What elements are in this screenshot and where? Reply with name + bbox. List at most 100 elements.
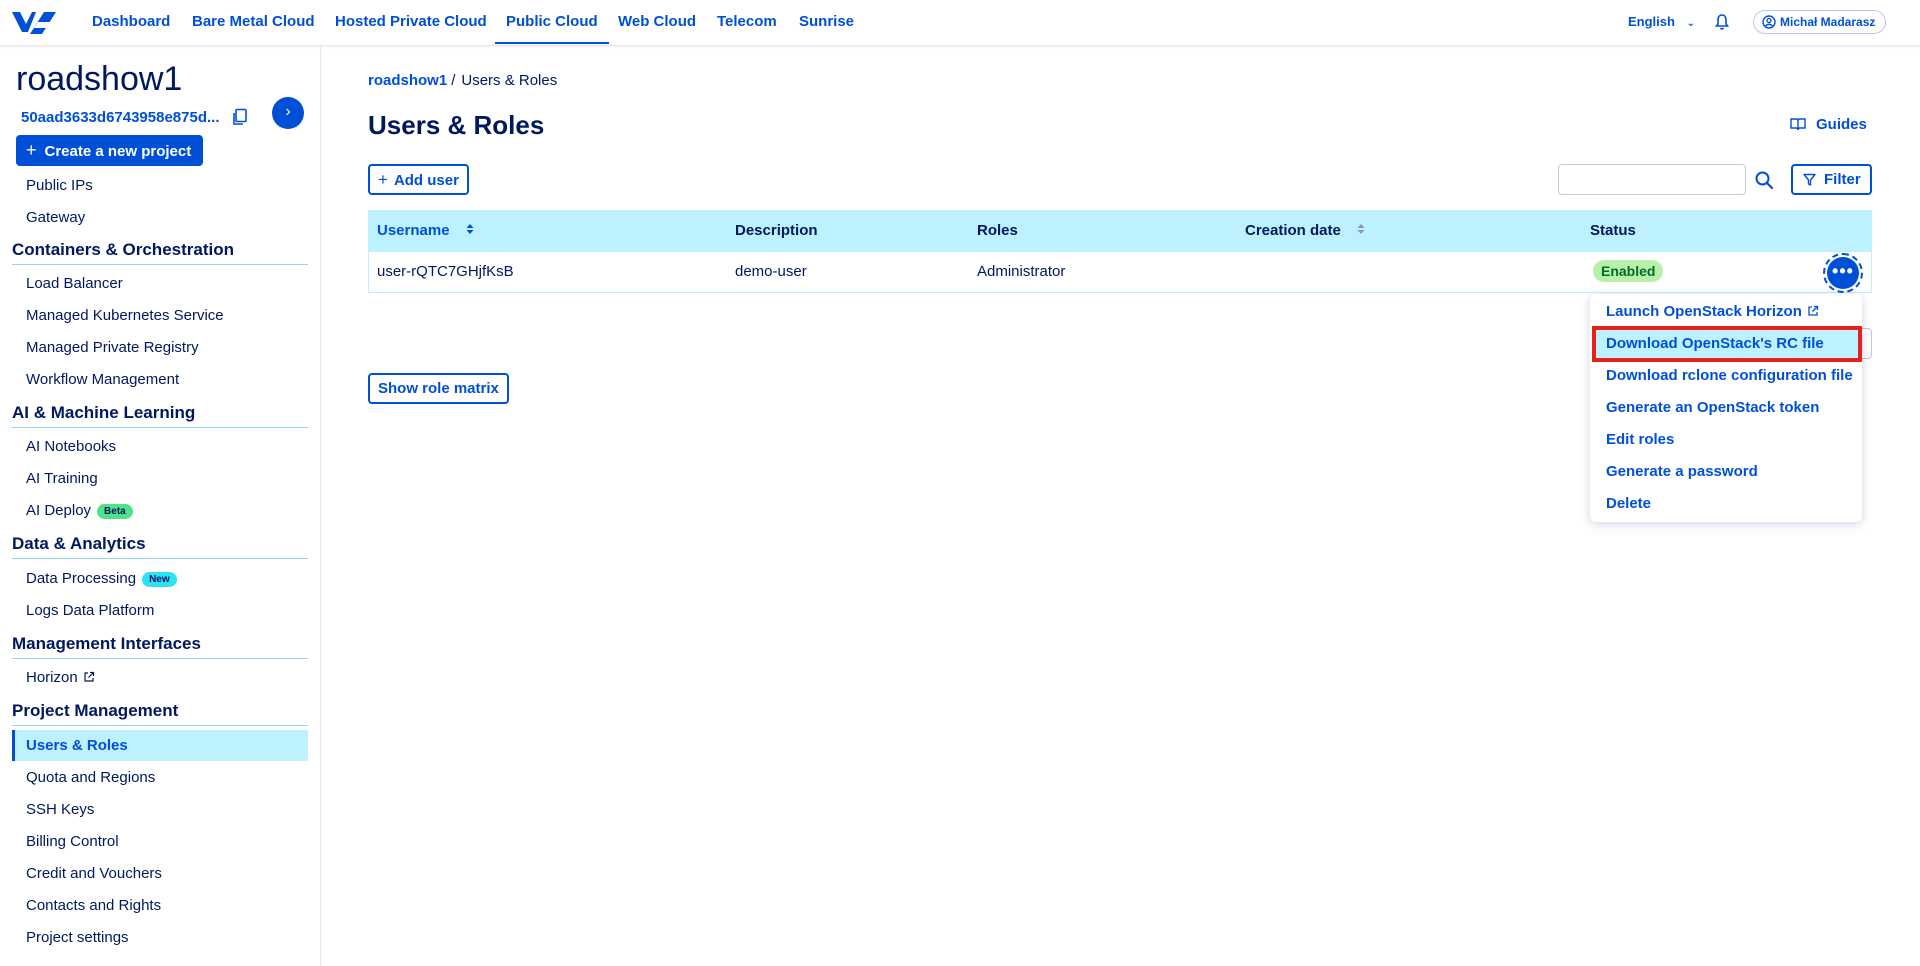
beta-badge: Beta: [97, 504, 133, 519]
cell-status: Enabled: [1593, 252, 1664, 292]
guides-label: Guides: [1816, 116, 1867, 133]
pagination-select[interactable]: [1862, 328, 1872, 359]
sidebar-item-ai-notebooks[interactable]: AI Notebooks: [26, 437, 116, 457]
nav-telecom[interactable]: Telecom: [717, 0, 777, 44]
external-link-icon: [84, 671, 94, 682]
page-title: Users & Roles: [368, 110, 545, 140]
sidebar-item-workflow-management[interactable]: Workflow Management: [26, 370, 179, 390]
nav-bare-metal-cloud[interactable]: Bare Metal Cloud: [192, 0, 315, 44]
more-icon: •••: [1832, 261, 1854, 281]
plus-icon: +: [26, 140, 37, 160]
cell-roles: Administrator: [977, 263, 1066, 280]
breadcrumb-project-link[interactable]: roadshow1: [368, 72, 447, 89]
breadcrumb-separator: /: [451, 72, 456, 89]
column-roles: Roles: [977, 222, 1018, 239]
sidebar-item-logs-data-platform[interactable]: Logs Data Platform: [26, 601, 154, 621]
filter-icon: [1803, 173, 1816, 186]
menu-item-launch-horizon[interactable]: Launch OpenStack Horizon: [1606, 298, 1819, 326]
row-actions-button[interactable]: •••: [1823, 253, 1863, 293]
sidebar-item-horizon[interactable]: Horizon: [26, 668, 95, 688]
chevron-right-icon: ›: [285, 103, 291, 120]
sidebar-item-gateway[interactable]: Gateway: [26, 208, 85, 228]
menu-item-edit-roles[interactable]: Edit roles: [1606, 426, 1674, 454]
column-description: Description: [735, 222, 818, 239]
sidebar-item-billing-control[interactable]: Billing Control: [26, 832, 119, 852]
user-icon: [1762, 15, 1776, 29]
nav-hosted-private-cloud[interactable]: Hosted Private Cloud: [335, 0, 487, 44]
sidebar-item-data-processing[interactable]: Data Processing New: [26, 569, 177, 589]
search-icon[interactable]: [1754, 170, 1774, 190]
external-link-icon: [1808, 305, 1819, 316]
column-label: Creation date: [1245, 222, 1341, 239]
project-details-button[interactable]: ›: [272, 97, 304, 129]
sidebar-item-public-ips[interactable]: Public IPs: [26, 176, 93, 196]
ovh-logo[interactable]: [10, 8, 58, 38]
top-navbar: Dashboard Bare Metal Cloud Hosted Privat…: [0, 0, 1920, 46]
sidebar-section-ai-ml: AI & Machine Learning: [12, 403, 308, 428]
menu-item-download-rc-file[interactable]: Download OpenStack's RC file: [1606, 330, 1824, 358]
sidebar-item-users-roles[interactable]: Users & Roles: [26, 736, 128, 756]
sidebar-item-label: Horizon: [26, 669, 78, 686]
sidebar-section-data-analytics: Data & Analytics: [12, 534, 308, 559]
nav-public-cloud[interactable]: Public Cloud: [495, 0, 609, 44]
plus-icon: +: [378, 170, 388, 189]
sidebar-section-project-management: Project Management: [12, 701, 308, 726]
nav-dashboard[interactable]: Dashboard: [92, 0, 170, 44]
sidebar-item-ai-deploy[interactable]: AI Deploy Beta: [26, 501, 133, 521]
menu-item-generate-password[interactable]: Generate a password: [1606, 458, 1758, 486]
column-label: Username: [377, 222, 450, 239]
sidebar-item-quota-regions[interactable]: Quota and Regions: [26, 768, 155, 788]
column-status: Status: [1590, 222, 1636, 239]
column-username[interactable]: Username: [377, 210, 474, 252]
bell-icon[interactable]: [1714, 13, 1730, 31]
sidebar-section-management-interfaces: Management Interfaces: [12, 634, 308, 659]
menu-item-download-rclone[interactable]: Download rclone configuration file: [1606, 362, 1853, 390]
guides-button[interactable]: Guides: [1790, 116, 1867, 133]
chevron-down-icon: ⌄: [1686, 18, 1695, 29]
language-label: English: [1628, 14, 1675, 29]
sidebar-item-managed-private-registry[interactable]: Managed Private Registry: [26, 338, 199, 358]
table-header: Username Description Roles Creation date…: [368, 210, 1872, 252]
nav-sunrise[interactable]: Sunrise: [799, 0, 854, 44]
sidebar-item-managed-kubernetes[interactable]: Managed Kubernetes Service: [26, 306, 224, 326]
copy-icon[interactable]: [231, 108, 249, 126]
filter-button[interactable]: Filter: [1791, 164, 1872, 195]
sidebar-item-label: AI Deploy: [26, 502, 92, 519]
sidebar-item-project-settings[interactable]: Project settings: [26, 928, 129, 948]
book-icon: [1790, 118, 1806, 131]
row-actions-menu: Launch OpenStack Horizon Download OpenSt…: [1590, 294, 1862, 522]
sidebar-item-label: Data Processing: [26, 570, 137, 587]
table-row: user-rQTC7GHjfKsB demo-user Administrato…: [368, 252, 1872, 293]
menu-item-delete[interactable]: Delete: [1606, 490, 1651, 518]
search-input[interactable]: [1558, 164, 1746, 195]
sidebar-item-contacts-rights[interactable]: Contacts and Rights: [26, 896, 161, 916]
add-user-button[interactable]: + Add user: [368, 164, 469, 195]
menu-item-label: Launch OpenStack Horizon: [1606, 303, 1802, 320]
user-name: Michał Madarasz: [1780, 15, 1876, 29]
sidebar-item-ssh-keys[interactable]: SSH Keys: [26, 800, 94, 820]
language-selector[interactable]: English ⌄: [1628, 14, 1695, 29]
add-user-label: Add user: [393, 172, 459, 189]
create-project-label: Create a new project: [44, 143, 192, 160]
project-name: roadshow1: [16, 60, 183, 98]
project-id: 50aad3633d6743958e875d...: [21, 109, 220, 126]
show-role-matrix-button[interactable]: Show role matrix: [368, 373, 509, 404]
sidebar-item-credit-vouchers[interactable]: Credit and Vouchers: [26, 864, 162, 884]
breadcrumb: roadshow1/ Users & Roles: [368, 72, 557, 89]
filter-label: Filter: [1824, 171, 1861, 188]
cell-username: user-rQTC7GHjfKsB: [377, 263, 514, 280]
nav-web-cloud[interactable]: Web Cloud: [618, 0, 696, 44]
status-badge: Enabled: [1593, 260, 1664, 282]
user-menu-button[interactable]: Michał Madarasz: [1753, 10, 1887, 34]
sidebar-item-load-balancer[interactable]: Load Balancer: [26, 274, 123, 294]
cell-description: demo-user: [735, 263, 807, 280]
sidebar-item-ai-training[interactable]: AI Training: [26, 469, 98, 489]
column-creation-date[interactable]: Creation date: [1245, 210, 1365, 252]
sort-icon: [1357, 224, 1365, 234]
sidebar: roadshow1 50aad3633d6743958e875d... › + C…: [0, 46, 321, 966]
create-project-button[interactable]: + Create a new project: [16, 135, 203, 166]
breadcrumb-current: Users & Roles: [461, 72, 558, 89]
sort-ascending-icon: [466, 224, 474, 234]
menu-item-generate-token[interactable]: Generate an OpenStack token: [1606, 394, 1819, 422]
sidebar-section-containers: Containers & Orchestration: [12, 240, 308, 265]
